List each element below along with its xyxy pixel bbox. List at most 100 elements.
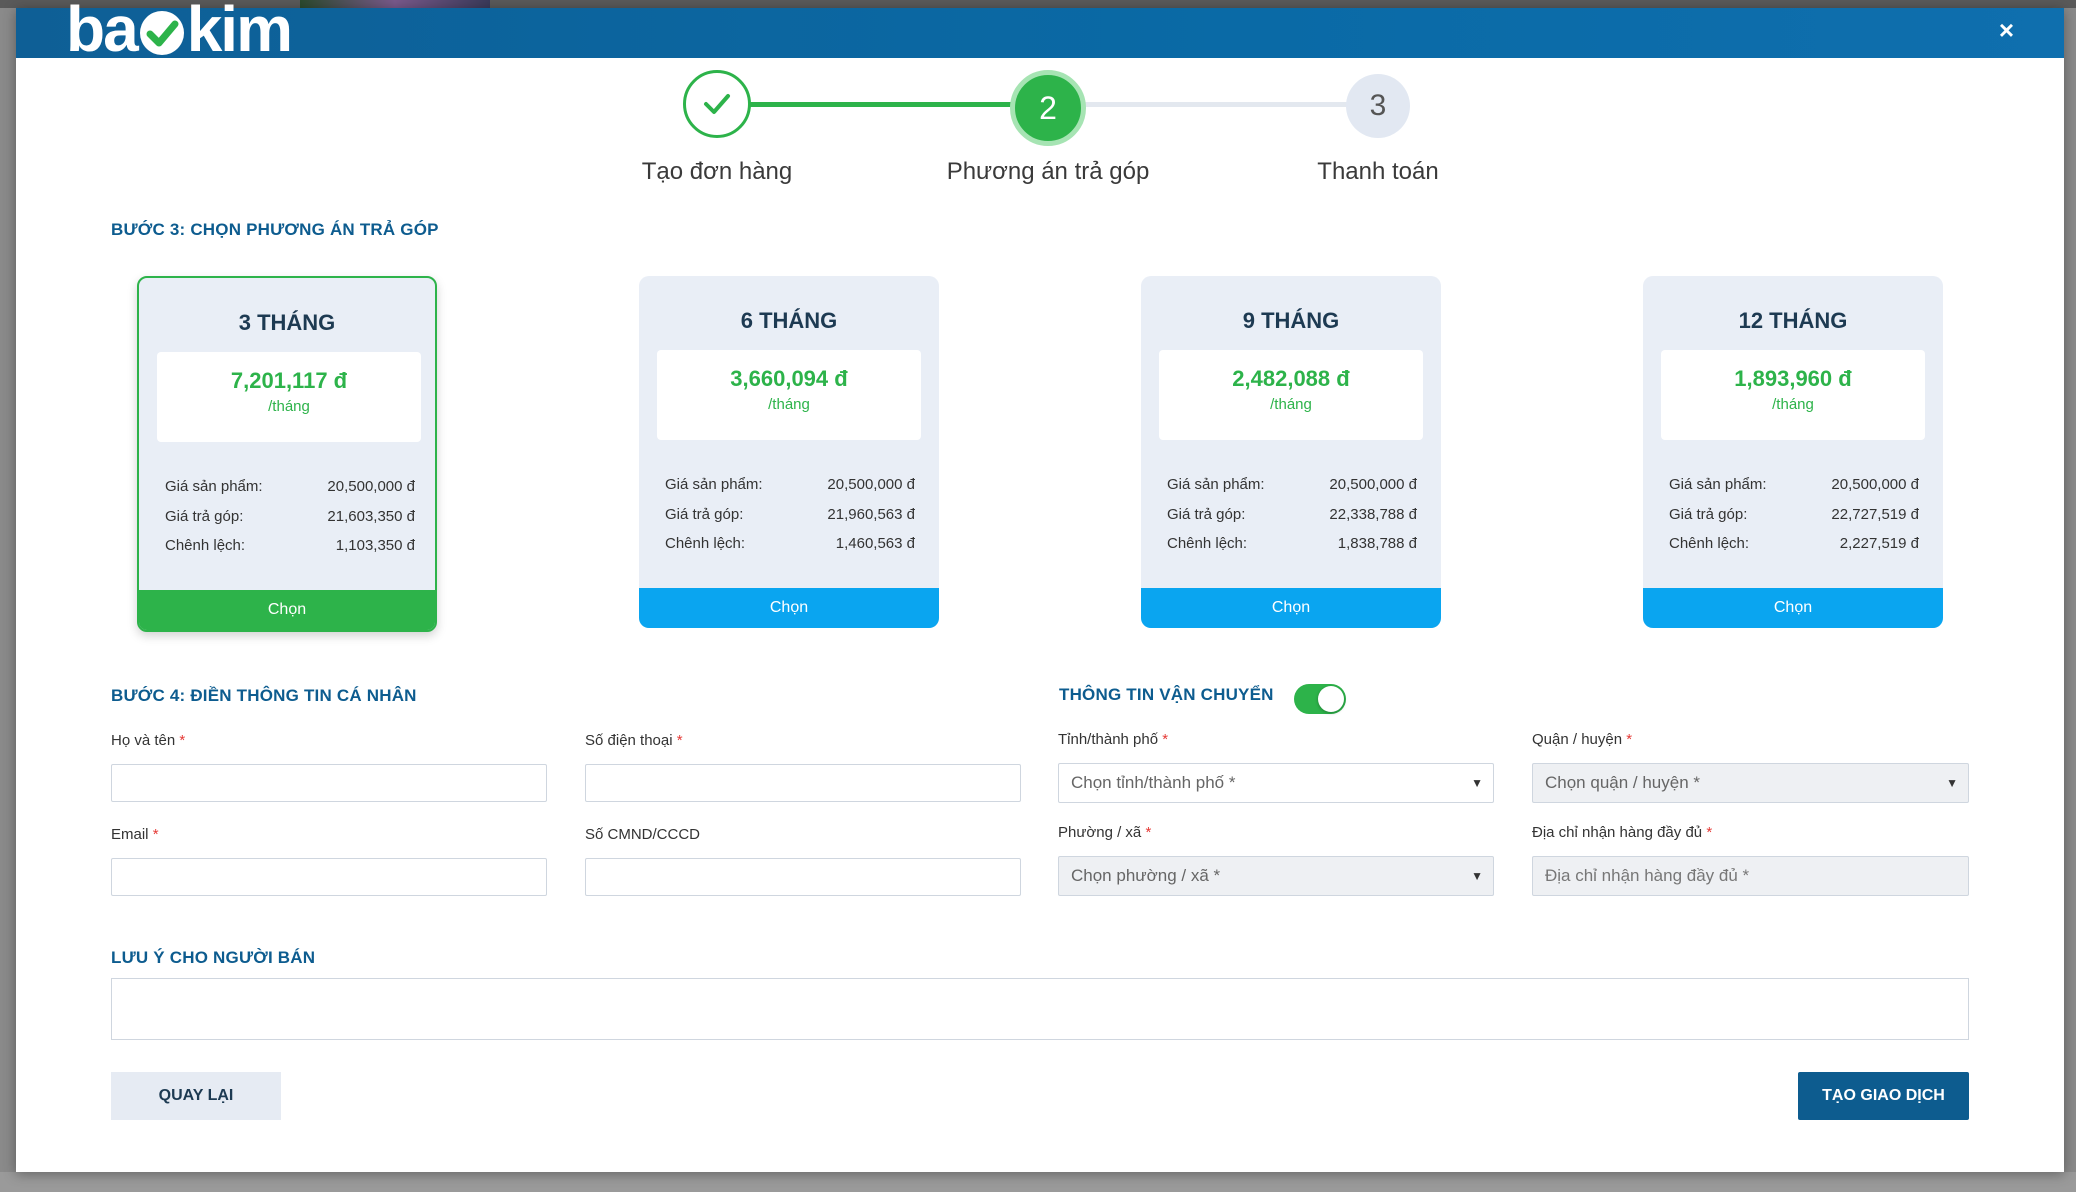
row-value: 2,227,519 đ — [1839, 535, 1919, 552]
plan-title: 3 THÁNG — [238, 310, 336, 335]
toggle-knob — [1318, 686, 1344, 712]
row-label: Giá sản phẩm: — [1669, 476, 1767, 493]
check-icon — [704, 94, 730, 114]
id-number-input[interactable] — [585, 858, 1021, 896]
required-mark: * — [152, 826, 159, 843]
choose-plan-button[interactable]: Chọn — [639, 588, 939, 628]
logo-check-icon — [139, 11, 184, 55]
ward-label: Phường / xã * — [1058, 824, 1151, 841]
required-mark: * — [1706, 824, 1713, 841]
plan-card-9-months[interactable]: 9 THÁNG 2,482,088 đ /tháng Giá sản phẩm:… — [1141, 276, 1441, 628]
label-text: Phường / xã — [1058, 824, 1142, 841]
shipping-title: THÔNG TIN VẬN CHUYỂN — [1059, 685, 1274, 704]
row-value: 1,838,788 đ — [1337, 535, 1417, 552]
row-value: 22,727,519 đ — [1831, 506, 1919, 523]
seller-note-textarea[interactable] — [111, 978, 1969, 1040]
plan-monthly-price: 2,482,088 đ — [1232, 366, 1350, 391]
plan-row-price: Giá sản phẩm: 20,500,000 đ — [1669, 476, 1919, 493]
label-text: Số điện thoại — [585, 732, 673, 749]
plan-unit: /tháng — [268, 398, 310, 415]
plan-unit: /tháng — [1772, 396, 1814, 413]
plan-price-box: 2,482,088 đ /tháng — [1159, 350, 1423, 440]
plan-row-installment: Giá trả góp: 22,338,788 đ — [1167, 506, 1417, 523]
modal-header: ba kim × — [16, 0, 2064, 61]
row-value: 20,500,000 đ — [1329, 476, 1417, 493]
required-mark: * — [1162, 731, 1169, 748]
plan-card-6-months[interactable]: 6 THÁNG 3,660,094 đ /tháng Giá sản phẩm:… — [639, 276, 939, 628]
choose-plan-button[interactable]: Chọn — [1643, 588, 1943, 628]
plan-row-price: Giá sản phẩm: 20,500,000 đ — [165, 478, 415, 495]
step-1-done — [683, 70, 751, 138]
required-mark: * — [676, 732, 683, 749]
logo-text-right: kim — [186, 0, 293, 65]
phone-input[interactable] — [585, 764, 1021, 802]
step-3-title: BƯỚC 3: CHỌN PHƯƠNG ÁN TRẢ GÓP — [111, 220, 439, 239]
plan-row-difference: Chênh lệch: 2,227,519 đ — [1669, 535, 1919, 552]
address-input[interactable]: Địa chỉ nhận hàng đầy đủ * — [1532, 856, 1969, 896]
row-value: 21,603,350 đ — [327, 508, 415, 525]
required-mark: * — [1145, 824, 1152, 841]
email-input[interactable] — [111, 858, 547, 896]
label-text: Tỉnh/thành phố — [1058, 731, 1159, 748]
plan-monthly-price: 7,201,117 đ — [230, 368, 348, 393]
caret-down-icon: ▼ — [1471, 869, 1483, 883]
plan-unit: /tháng — [768, 396, 810, 413]
row-label: Giá sản phẩm: — [665, 476, 763, 493]
row-value: 22,338,788 đ — [1329, 506, 1417, 523]
district-label: Quận / huyện * — [1532, 731, 1632, 748]
installment-modal: ba kim × 2 3 Tạo đơn hàng Phương án trả … — [16, 0, 2064, 1172]
row-value: 20,500,000 đ — [327, 478, 415, 495]
choose-plan-button[interactable]: Chọn — [139, 590, 435, 630]
create-transaction-button[interactable]: TẠO GIAO DỊCH — [1798, 1072, 1969, 1120]
plan-row-installment: Giá trả góp: 22,727,519 đ — [1669, 506, 1919, 523]
row-label: Giá sản phẩm: — [1167, 476, 1265, 493]
full-name-label: Họ và tên * — [111, 732, 185, 749]
id-number-label: Số CMND/CCCD — [585, 826, 701, 843]
step-pending-line — [1076, 102, 1376, 107]
plan-card-3-months[interactable]: 3 THÁNG 7,201,117 đ /tháng Giá sản phẩm:… — [137, 276, 437, 632]
row-value: 20,500,000 đ — [827, 476, 915, 493]
plan-row-difference: Chênh lệch: 1,103,350 đ — [165, 537, 415, 554]
address-label: Địa chỉ nhận hàng đầy đủ * — [1532, 824, 1712, 841]
choose-plan-button[interactable]: Chọn — [1141, 588, 1441, 628]
full-name-input[interactable] — [111, 764, 547, 802]
row-value: 1,103,350 đ — [335, 537, 415, 554]
row-label: Giá trả góp: — [1669, 506, 1748, 523]
row-label: Giá trả góp: — [1167, 506, 1246, 523]
close-icon[interactable]: × — [1999, 14, 2014, 46]
select-value: Chọn phường / xã * — [1071, 866, 1221, 885]
label-text: Địa chỉ nhận hàng đầy đủ — [1532, 824, 1703, 841]
baokim-logo: ba kim — [66, 0, 293, 65]
required-mark: * — [179, 732, 186, 749]
plan-row-price: Giá sản phẩm: 20,500,000 đ — [665, 476, 915, 493]
label-text: Email — [111, 826, 149, 843]
plan-monthly-price: 3,660,094 đ — [730, 366, 848, 391]
plan-row-difference: Chênh lệch: 1,838,788 đ — [1167, 535, 1417, 552]
plan-row-difference: Chênh lệch: 1,460,563 đ — [665, 535, 915, 552]
step-4-title: BƯỚC 4: ĐIỀN THÔNG TIN CÁ NHÂN — [111, 686, 417, 705]
row-label: Giá trả góp: — [165, 508, 244, 525]
step-3-pending: 3 — [1346, 74, 1410, 138]
plan-row-installment: Giá trả góp: 21,960,563 đ — [665, 506, 915, 523]
plan-price-box: 3,660,094 đ /tháng — [657, 350, 921, 440]
province-label: Tỉnh/thành phố * — [1058, 731, 1168, 748]
plan-card-12-months[interactable]: 12 THÁNG 1,893,960 đ /tháng Giá sản phẩm… — [1643, 276, 1943, 628]
phone-label: Số điện thoại * — [585, 732, 683, 749]
plan-price-box: 7,201,117 đ /tháng — [157, 352, 421, 442]
plan-monthly-price: 1,893,960 đ — [1734, 366, 1852, 391]
plan-title: 9 THÁNG — [1242, 308, 1340, 333]
province-select[interactable]: Chọn tỉnh/thành phố * ▼ — [1058, 763, 1494, 803]
caret-down-icon: ▼ — [1471, 776, 1483, 790]
required-mark: * — [1626, 731, 1633, 748]
row-label: Chênh lệch: — [1669, 535, 1750, 552]
caret-down-icon: ▼ — [1946, 776, 1958, 790]
step-2-label: Phương án trả góp — [946, 158, 1150, 185]
district-select[interactable]: Chọn quận / huyện * ▼ — [1532, 763, 1969, 803]
back-button[interactable]: QUAY LẠI — [111, 1072, 281, 1120]
row-label: Chênh lệch: — [165, 537, 246, 554]
plan-row-installment: Giá trả góp: 21,603,350 đ — [165, 508, 415, 525]
ward-select[interactable]: Chọn phường / xã * ▼ — [1058, 856, 1494, 896]
shipping-toggle[interactable] — [1294, 684, 1346, 714]
plan-title: 12 THÁNG — [1738, 308, 1848, 333]
step-1-label: Tạo đơn hàng — [641, 158, 793, 185]
